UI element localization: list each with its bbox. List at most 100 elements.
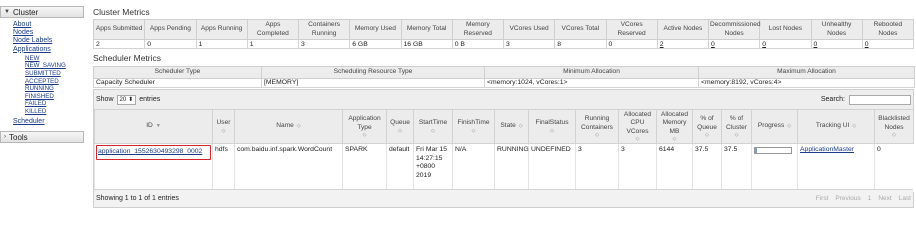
col-header-queue[interactable]: Queue ◇ [386, 109, 414, 144]
nav-link-killed[interactable]: KILLED [25, 108, 84, 116]
col-header-allocated-vcores[interactable]: Allocated CPU VCores ◇ [618, 109, 657, 144]
app-pct-queue: 37.5 [692, 143, 722, 192]
col-header-pct-cluster[interactable]: % of Cluster ◇ [721, 109, 752, 144]
nav-link-node-labels[interactable]: Node Labels [13, 37, 84, 45]
col-header-name[interactable]: Name ◇ [234, 109, 343, 144]
progress-fill [755, 148, 757, 153]
scheduler-value-row: Capacity Scheduler [MEMORY] <memory:1024… [93, 77, 915, 88]
sort-icon: ◇ [595, 132, 599, 138]
pager-first-button[interactable]: First [816, 195, 829, 202]
page-length-control: Show 20 ⬍ entries [96, 94, 160, 105]
sort-icon: ◇ [362, 132, 367, 138]
sort-icon: ◇ [892, 132, 896, 138]
nav-link-applications[interactable]: Applications [13, 46, 84, 54]
metric-value: 1 [195, 39, 248, 49]
nav-link-submitted[interactable]: SUBMITTED [25, 70, 84, 78]
nav-link-accepted[interactable]: ACCEPTED [25, 78, 84, 86]
app-pct-cluster: 37.5 [721, 143, 752, 192]
metric-header: Apps Submitted [92, 19, 146, 40]
col-header-label: State [500, 122, 516, 130]
col-header-id[interactable]: ID ▼ [94, 109, 213, 144]
collapsed-triangle-icon: › [4, 134, 6, 140]
sort-icon: ◇ [734, 132, 739, 138]
expanded-triangle-icon: ▼ [4, 9, 10, 15]
app-allocated-memory: 6144 [656, 143, 693, 192]
decommissioned-nodes-link[interactable]: 0 [711, 41, 715, 48]
table-info: Showing 1 to 1 of 1 entries [96, 195, 179, 202]
metric-header: Rebooted Nodes [861, 19, 915, 40]
scheduler-header: Scheduler Type [93, 66, 262, 79]
metric-value: 6 GB [349, 39, 402, 49]
decommissioned-nodes-value: 0 [707, 39, 761, 49]
scheduler-header: Maximum Allocation [698, 66, 915, 79]
applications-toolbar: Show 20 ⬍ entries Search: [94, 90, 913, 109]
nav-link-about[interactable]: About [13, 21, 84, 29]
sort-icon: ◇ [431, 127, 435, 134]
col-header-label: Application Type [348, 115, 381, 131]
nav-cluster-header[interactable]: ▼ Cluster [0, 6, 84, 18]
rebooted-nodes-link[interactable]: 0 [865, 41, 869, 48]
nav-link-running[interactable]: RUNNING [25, 85, 84, 93]
entries-select[interactable]: 20 ⬍ [116, 94, 137, 105]
col-header-start-time[interactable]: StartTime ◇ [413, 109, 453, 144]
col-header-user[interactable]: User ◇ [212, 109, 235, 144]
pager-next-button[interactable]: Next [878, 195, 891, 202]
app-progress-cell [751, 143, 798, 192]
nav-tools-header[interactable]: › Tools [0, 131, 84, 143]
col-header-final-status[interactable]: FinalStatus ◇ [528, 109, 576, 144]
search-input[interactable] [849, 94, 911, 105]
col-header-label: Blacklisted Nodes [878, 115, 910, 131]
nav-link-nodes[interactable]: Nodes [13, 29, 84, 37]
metric-header: Memory Reserved [451, 19, 505, 40]
metric-value: 1 [246, 39, 300, 49]
col-header-blacklisted-nodes[interactable]: Blacklisted Nodes ◇ [874, 109, 914, 144]
col-header-running-containers[interactable]: Running Containers ◇ [575, 109, 619, 144]
col-header-label: % of Cluster [726, 115, 747, 131]
pagination: First Previous 1 Next Last [816, 195, 911, 202]
nav-link-finished[interactable]: FINISHED [25, 93, 84, 101]
col-header-state[interactable]: State ◇ [494, 109, 529, 144]
cluster-links: About Nodes Node Labels Applications NEW… [0, 18, 84, 126]
col-header-application-type[interactable]: Application Type ◇ [342, 109, 387, 144]
scheduler-header: Minimum Allocation [484, 66, 699, 79]
col-header-tracking-ui[interactable]: Tracking UI ◇ [797, 109, 875, 144]
metric-header: Apps Running [195, 19, 248, 40]
pager-last-button[interactable]: Last [899, 195, 911, 202]
cluster-metrics-title: Cluster Metrics [93, 7, 150, 17]
sort-icon: ◇ [852, 123, 857, 130]
col-header-label: FinalStatus [535, 119, 569, 127]
app-allocated-vcores: 3 [618, 143, 657, 192]
col-header-allocated-memory[interactable]: Allocated Memory MB ◇ [656, 109, 693, 144]
pager-page-1-button[interactable]: 1 [868, 195, 872, 202]
cluster-metrics-table: Apps Submitted Apps Pending Apps Running… [92, 19, 915, 49]
col-header-progress[interactable]: Progress ◇ [751, 109, 798, 144]
metric-header: Apps Completed [246, 19, 300, 40]
lost-nodes-value: 0 [759, 39, 812, 49]
unhealthy-nodes-link[interactable]: 0 [814, 41, 818, 48]
col-header-finish-time[interactable]: FinishTime ◇ [452, 109, 495, 144]
tracking-ui-link[interactable]: ApplicationMaster [800, 146, 854, 153]
lost-nodes-link[interactable]: 0 [762, 41, 766, 48]
app-running-containers: 3 [575, 143, 619, 192]
metric-value: 0 [144, 39, 197, 49]
pager-previous-button[interactable]: Previous [835, 195, 860, 202]
metric-header: Lost Nodes [759, 19, 812, 40]
active-nodes-link[interactable]: 2 [660, 41, 664, 48]
app-tracking-ui-cell: ApplicationMaster [797, 143, 875, 192]
metric-header: Memory Total [400, 19, 453, 40]
nav-link-new[interactable]: NEW [25, 55, 84, 63]
col-header-pct-queue[interactable]: % of Queue ◇ [692, 109, 722, 144]
search-label: Search: [820, 96, 845, 103]
scheduler-metrics-table: Scheduler Type Scheduling Resource Type … [93, 66, 915, 88]
col-header-label: Allocated CPU VCores [623, 110, 652, 135]
scheduler-value: [MEMORY] [261, 77, 485, 88]
app-id-link[interactable]: application_1552630493298_0002 [98, 148, 202, 155]
applications-panel: Show 20 ⬍ entries Search: ID ▼ User ◇ Na… [93, 89, 914, 208]
scheduler-value: Capacity Scheduler [93, 77, 262, 88]
nav-link-failed[interactable]: FAILED [25, 100, 84, 108]
nav-link-new-saving[interactable]: NEW_SAVING [25, 62, 84, 70]
app-id-cell: application_1552630493298_0002 [94, 143, 213, 192]
app-start-time: Fri Mar 15 14:27:15 +0800 2019 [413, 143, 453, 192]
nav-link-scheduler[interactable]: Scheduler [13, 118, 84, 126]
metric-value: 2 [92, 39, 146, 49]
